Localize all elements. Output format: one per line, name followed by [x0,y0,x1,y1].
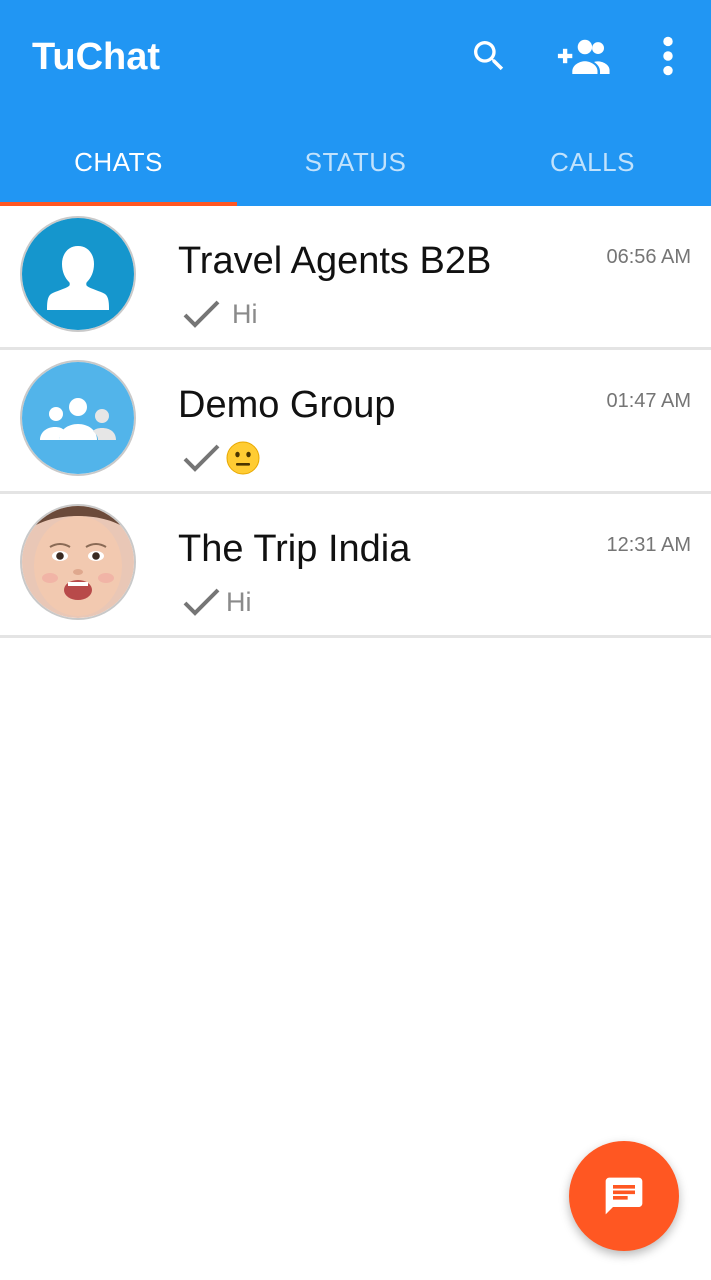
chat-row-the-trip-india[interactable]: The Trip India 12:31 AM Hi [0,494,711,638]
app-title: TuChat [32,36,161,78]
neutral-face-emoji [226,441,260,475]
chat-preview: Hi [182,294,258,334]
search-icon [474,41,504,71]
chat-list: Travel Agents B2B 06:56 AM Hi Demo Group… [0,206,711,638]
message-icon [605,1177,643,1215]
chat-timestamp: 06:56 AM [606,246,691,268]
overflow-menu-button[interactable] [640,28,696,84]
add-user-icon [557,39,610,74]
last-message-text: Hi [232,298,258,329]
chat-preview: Hi [182,582,252,622]
app-screen: TuChat CHATS STATUS CALLS Travel Agents … [0,0,711,1280]
tab-status[interactable]: STATUS [237,118,474,206]
last-message-text: Hi [226,586,252,617]
child-photo [22,506,134,618]
group-icon [22,362,134,474]
avatar[interactable] [20,360,136,476]
avatar[interactable] [20,216,136,332]
more-vert-icon [663,36,673,76]
sent-check-icon [183,588,220,616]
new-chat-fab[interactable] [569,1141,679,1251]
person-silhouette-icon [22,218,134,330]
chat-name: Travel Agents B2B [178,240,492,282]
tab-chats[interactable]: CHATS [0,118,237,206]
chat-row-demo-group[interactable]: Demo Group 01:47 AM [0,350,711,494]
search-button[interactable] [461,28,517,84]
chat-preview [182,438,260,478]
sent-check-icon [183,444,220,472]
tab-bar: CHATS STATUS CALLS [0,118,711,206]
sent-check-icon [183,300,220,328]
app-bar: TuChat CHATS STATUS CALLS [0,0,711,206]
chat-name: The Trip India [178,528,411,570]
chat-row-travel-agents-b2b[interactable]: Travel Agents B2B 06:56 AM Hi [0,206,711,350]
tab-calls[interactable]: CALLS [474,118,711,206]
chat-timestamp: 01:47 AM [606,390,691,412]
chat-timestamp: 12:31 AM [606,534,691,556]
avatar[interactable] [20,504,136,620]
add-contact-button[interactable] [556,28,612,84]
chat-name: Demo Group [178,384,396,426]
